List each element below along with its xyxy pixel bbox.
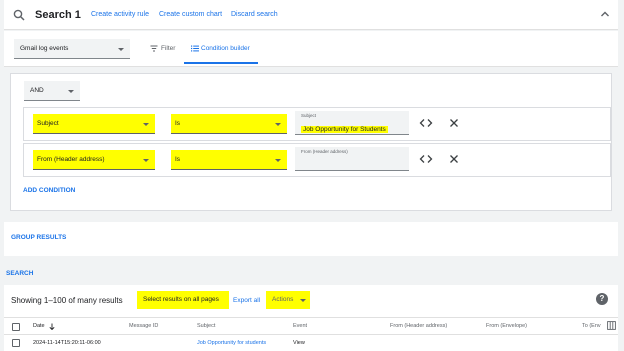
data-source-value: Gmail log events [20, 45, 69, 52]
results-panel: Showing 1–100 of many results Select res… [4, 285, 618, 351]
operator-field-select[interactable]: Is [171, 114, 287, 134]
add-condition-button[interactable]: ADD CONDITION [23, 187, 75, 194]
select-all-pages-button[interactable]: Select results on all pages [137, 291, 229, 309]
operator-select[interactable]: AND [24, 81, 80, 101]
create-activity-rule-link[interactable]: Create activity rule [91, 11, 149, 18]
column-header-subject[interactable]: Subject [197, 323, 215, 329]
cell-date: 2024-11-14T15:20:11-06:00 [33, 340, 101, 346]
discard-search-link[interactable]: Discard search [231, 11, 278, 18]
group-results-section: GROUP RESULTS [4, 222, 618, 256]
list-icon [191, 45, 199, 52]
search-button[interactable]: SEARCH [6, 270, 33, 277]
value-text: Job Opportunity for Students [301, 126, 388, 133]
columns-icon[interactable] [607, 321, 616, 330]
close-icon[interactable] [447, 116, 461, 130]
condition-builder: AND Subject Is Subject Job Opportunity f… [10, 73, 612, 211]
column-header-message-id[interactable]: Message ID [129, 323, 158, 329]
dropdown-icon [68, 90, 74, 93]
collapse-icon[interactable] [600, 10, 610, 18]
value-input[interactable]: From (Header address) [295, 147, 409, 171]
close-icon[interactable] [447, 152, 461, 166]
filter-icon [150, 45, 158, 52]
tab-filter[interactable]: Filter [161, 45, 175, 52]
field-value: From (Header address) [37, 156, 105, 163]
column-header-to-envelope[interactable]: To (Env [582, 323, 601, 329]
value-label: Subject [301, 113, 317, 118]
search-icon [13, 9, 25, 21]
code-icon[interactable] [419, 152, 433, 166]
table-header: Date Message ID Subject Event From (Head… [4, 317, 618, 335]
search-header: Search 1 Create activity rule Create cus… [4, 0, 618, 30]
results-count: Showing 1–100 of many results [11, 296, 123, 305]
active-tab-indicator [184, 62, 258, 64]
condition-row: From (Header address) Is From (Header ad… [23, 143, 611, 177]
dropdown-icon [143, 123, 149, 126]
dropdown-icon [300, 299, 306, 302]
dropdown-icon [118, 48, 124, 51]
help-icon[interactable]: ? [596, 293, 608, 305]
value-input[interactable]: Subject Job Opportunity for Students [295, 111, 409, 135]
cell-event: View [293, 340, 305, 346]
field-value: Subject [37, 120, 59, 127]
cell-subject-link[interactable]: Job Opportunity for students [197, 340, 266, 346]
condition-operator-value: Is [175, 120, 181, 127]
column-header-from-header[interactable]: From (Header address) [390, 323, 447, 329]
dropdown-icon [275, 123, 281, 126]
search-section: SEARCH [4, 262, 618, 284]
row-checkbox[interactable] [12, 339, 20, 347]
condition-operator-value: Is [175, 156, 181, 163]
operator-value: AND [30, 87, 44, 94]
tab-condition-builder[interactable]: Condition builder [201, 45, 250, 52]
dropdown-icon [275, 159, 281, 162]
search-title: Search 1 [35, 9, 81, 21]
actions-label: Actions [272, 296, 294, 303]
group-results-button[interactable]: GROUP RESULTS [11, 234, 66, 241]
field-select[interactable]: From (Header address) [33, 150, 155, 170]
create-custom-chart-link[interactable]: Create custom chart [159, 11, 222, 18]
field-select[interactable]: Subject [33, 114, 155, 134]
condition-row: Subject Is Subject Job Opportunity for S… [23, 107, 611, 141]
export-all-button[interactable]: Export all [233, 297, 260, 304]
value-label: From (Header address) [301, 149, 348, 154]
data-source-select[interactable]: Gmail log events [14, 39, 130, 59]
select-all-checkbox[interactable] [12, 323, 20, 331]
dropdown-icon [143, 159, 149, 162]
table-row[interactable]: 2024-11-14T15:20:11-06:00 Job Opportunit… [4, 336, 618, 351]
actions-dropdown[interactable]: Actions [266, 291, 310, 309]
column-header-from-envelope[interactable]: From (Envelope) [486, 323, 527, 329]
source-row: Gmail log events Filter Condition builde… [4, 31, 618, 67]
operator-field-select[interactable]: Is [171, 150, 287, 170]
sort-down-icon[interactable] [49, 323, 55, 330]
column-header-event[interactable]: Event [293, 323, 307, 329]
column-header-date[interactable]: Date [33, 323, 45, 329]
code-icon[interactable] [419, 116, 433, 130]
